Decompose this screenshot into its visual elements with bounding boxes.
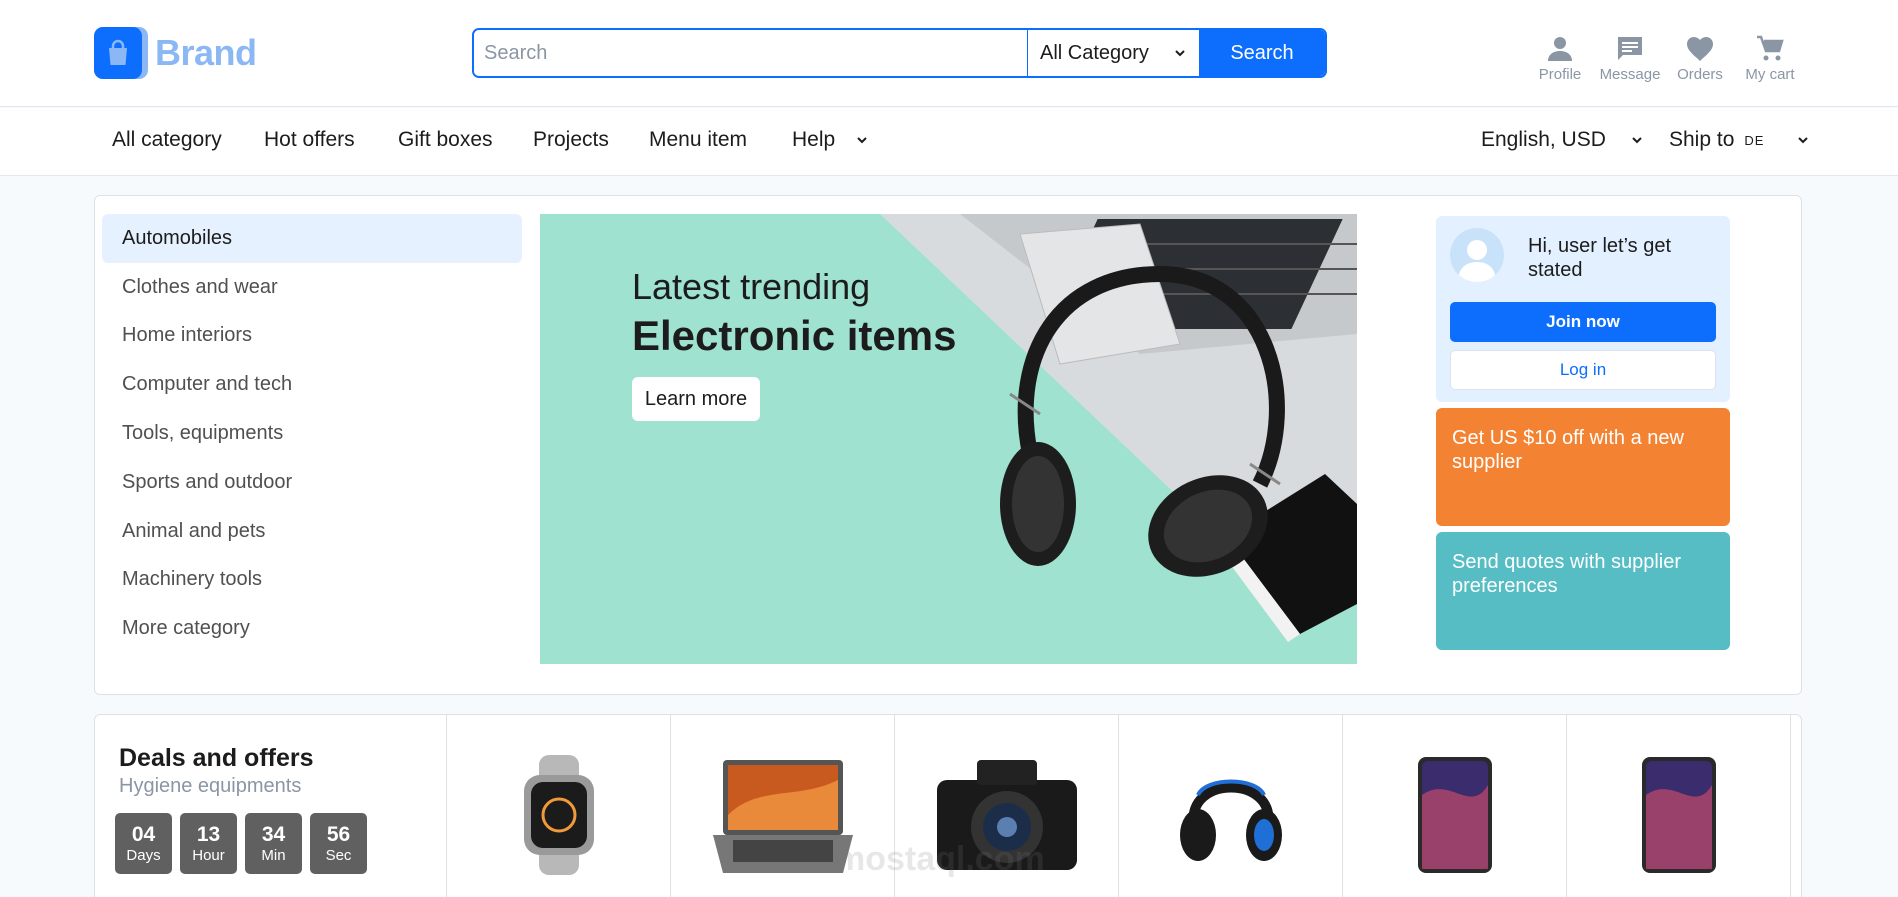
smartphone-image [1641, 757, 1716, 873]
timer-hours: 13 Hour [180, 813, 237, 874]
countdown-timer: 04 Days 13 Hour 34 Min 56 Sec [115, 813, 367, 874]
deal-product-smartphone[interactable] [1567, 715, 1791, 897]
nav-help-dropdown[interactable]: Help [792, 128, 869, 152]
promo-banner: Latest trending Electronic items Learn m… [540, 214, 1357, 664]
header-actions: Profile Message Orders My cart [1525, 34, 1805, 83]
cart-label: My cart [1745, 66, 1795, 83]
timer-days: 04 Days [115, 813, 172, 874]
cart-action[interactable]: My cart [1735, 34, 1805, 83]
category-list: Automobiles Clothes and wear Home interi… [102, 214, 522, 653]
shopping-bag-icon [94, 27, 148, 79]
category-item[interactable]: Clothes and wear [102, 263, 522, 312]
smartphone-image [1417, 757, 1492, 873]
nav-menu-item[interactable]: Menu item [649, 128, 747, 152]
language-currency-select[interactable]: English, USD [1481, 128, 1644, 152]
chevron-down-icon [1632, 137, 1642, 144]
heart-icon [1687, 37, 1713, 61]
user-avatar-icon [1458, 240, 1496, 282]
avatar [1450, 228, 1504, 282]
category-select[interactable]: All Category [1027, 30, 1199, 76]
person-icon [1548, 37, 1572, 61]
cart-icon [1757, 35, 1784, 61]
message-action[interactable]: Message [1595, 34, 1665, 83]
category-item[interactable]: Machinery tools [102, 556, 522, 605]
nav-all-category[interactable]: All category [112, 128, 222, 152]
smartwatch-image [523, 755, 594, 875]
send-quotes-card[interactable]: Send quotes with supplier preferences [1436, 532, 1730, 650]
brand-name: Brand [155, 32, 257, 73]
side-panel: Hi, user let’s get stated Join now Log i… [1436, 216, 1730, 650]
timer-value: 34 [261, 822, 286, 846]
supplier-discount-card[interactable]: Get US $10 off with a new supplier [1436, 408, 1730, 526]
ship-to-select[interactable]: Ship to DE [1669, 128, 1810, 152]
deals-title: Deals and offers [119, 744, 314, 772]
category-item[interactable]: Automobiles [102, 214, 522, 263]
deals-subtitle: Hygiene equipments [119, 775, 302, 797]
timer-value: 04 [131, 822, 156, 846]
category-item[interactable]: Sports and outdoor [102, 458, 522, 507]
user-card: Hi, user let’s get stated Join now Log i… [1436, 216, 1730, 402]
top-header: Brand All Category Search Profile Messag… [0, 0, 1898, 107]
deal-product-smartwatch[interactable] [447, 715, 671, 897]
log-in-button[interactable]: Log in [1450, 350, 1716, 390]
profile-label: Profile [1538, 66, 1582, 83]
category-item[interactable]: Animal and pets [102, 507, 522, 556]
deal-product-smartphone[interactable] [1343, 715, 1567, 897]
category-item[interactable]: Tools, equipments [102, 409, 522, 458]
timer-value: 13 [196, 822, 221, 846]
timer-unit: Min [261, 846, 286, 864]
hero-section: Automobiles Clothes and wear Home interi… [94, 195, 1802, 695]
message-label: Message [1599, 66, 1661, 83]
join-now-button[interactable]: Join now [1450, 302, 1716, 342]
orders-label: Orders [1677, 66, 1723, 83]
category-item[interactable]: Computer and tech [102, 360, 522, 409]
timer-minutes: 34 Min [245, 813, 302, 874]
brand-logo[interactable]: Brand [94, 27, 257, 79]
category-item[interactable]: Home interiors [102, 312, 522, 361]
chevron-down-icon [1175, 50, 1185, 57]
gaming-headset-image [1179, 779, 1282, 861]
main-nav: All category Hot offers Gift boxes Proje… [0, 108, 1898, 176]
timer-unit: Sec [325, 846, 352, 864]
chevron-down-icon [857, 137, 867, 144]
nav-help-label: Help [792, 128, 836, 151]
banner-title: Electronic items [632, 312, 957, 359]
profile-action[interactable]: Profile [1525, 34, 1595, 83]
search-button[interactable]: Search [1199, 30, 1325, 76]
timer-unit: Hour [192, 846, 225, 864]
timer-unit: Days [126, 846, 161, 864]
nav-hot-offers[interactable]: Hot offers [264, 128, 355, 152]
orders-action[interactable]: Orders [1665, 34, 1735, 83]
deals-section: Deals and offers Hygiene equipments 04 D… [94, 714, 1802, 897]
nav-gift-boxes[interactable]: Gift boxes [398, 128, 493, 152]
language-currency-value: English, USD [1481, 128, 1606, 151]
nav-projects[interactable]: Projects [533, 128, 609, 152]
category-select-value: All Category [1040, 41, 1149, 64]
category-item[interactable]: More category [102, 604, 522, 653]
deal-product-headphones[interactable] [1119, 715, 1343, 897]
watermark: mostaql.com [835, 840, 1045, 878]
deals-info: Deals and offers Hygiene equipments 04 D… [95, 715, 447, 897]
ship-to-country: DE [1744, 132, 1765, 148]
search-input[interactable] [474, 30, 1027, 76]
ship-to-label: Ship to [1669, 128, 1735, 151]
banner-subtitle: Latest trending [632, 266, 871, 307]
user-greeting: Hi, user let’s get stated [1528, 235, 1672, 281]
search-bar: All Category Search [472, 28, 1327, 78]
timer-seconds: 56 Sec [310, 813, 367, 874]
message-icon [1618, 37, 1642, 60]
learn-more-button[interactable]: Learn more [632, 377, 760, 421]
timer-value: 56 [326, 822, 351, 846]
chevron-down-icon [1798, 137, 1809, 144]
